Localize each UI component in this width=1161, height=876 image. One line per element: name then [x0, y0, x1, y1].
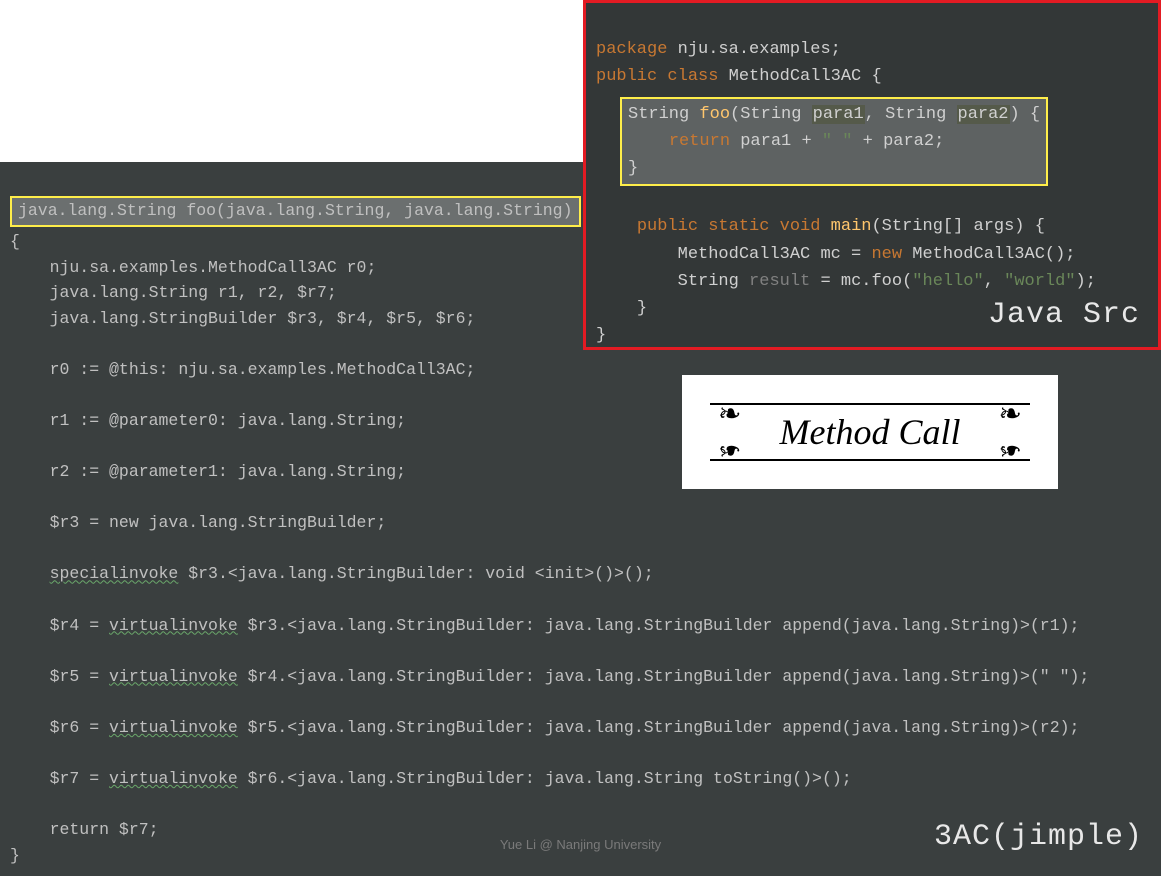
blank-area: [0, 0, 583, 162]
class-name: MethodCall3AC {: [718, 67, 881, 86]
jimple-specialinvoke: specialinvoke: [50, 564, 179, 583]
jimple-r4-post: $r3.<java.lang.StringBuilder: java.lang.…: [238, 616, 1080, 635]
jimple-r0: r0 := @this: nju.sa.examples.MethodCall3…: [10, 360, 475, 379]
jimple-decl1: nju.sa.examples.MethodCall3AC r0;: [10, 258, 376, 277]
jimple-r4-pre: $r4 =: [10, 616, 109, 635]
jimple-r5-post: $r4.<java.lang.StringBuilder: java.lang.…: [238, 667, 1090, 686]
jimple-virtualinvoke: virtualinvoke: [109, 769, 238, 788]
jimple-decl2: java.lang.String r1, r2, $r7;: [10, 283, 337, 302]
keyword-package: package: [596, 40, 667, 59]
foo-return-rest: + para2;: [852, 132, 944, 151]
jimple-virtualinvoke: virtualinvoke: [109, 718, 238, 737]
foo-paren-close: ) {: [1010, 105, 1041, 124]
keyword-class: class: [667, 67, 718, 86]
jimple-r5-pre: $r5 =: [10, 667, 109, 686]
jimple-si-post: $r3.<java.lang.StringBuilder: void <init…: [178, 564, 653, 583]
jimple-r1: r1 := @parameter0: java.lang.String;: [10, 411, 406, 430]
jimple-r7-post: $r6.<java.lang.StringBuilder: java.lang.…: [238, 769, 852, 788]
jimple-r3: $r3 = new java.lang.StringBuilder;: [10, 513, 386, 532]
jimple-r2: r2 := @parameter1: java.lang.String;: [10, 462, 406, 481]
jimple-code-panel: java.lang.String foo(java.lang.String, j…: [0, 162, 1161, 876]
foo-return-type: String: [628, 105, 699, 124]
jimple-decl3: java.lang.StringBuilder $r3, $r4, $r5, $…: [10, 309, 475, 328]
foo-comma: , String: [865, 105, 957, 124]
keyword-return: return: [669, 132, 730, 151]
foo-paren-open: (String: [730, 105, 812, 124]
foo-param1: para1: [812, 105, 865, 124]
footer-credit: Yue Li @ Nanjing University: [0, 837, 1161, 852]
package-name: nju.sa.examples;: [667, 40, 840, 59]
jimple-signature-highlight: java.lang.String foo(java.lang.String, j…: [10, 196, 581, 228]
open-brace: {: [10, 232, 20, 251]
foo-space-literal: " ": [822, 132, 853, 151]
jimple-r6-post: $r5.<java.lang.StringBuilder: java.lang.…: [238, 718, 1080, 737]
foo-return-expr: para1 +: [730, 132, 822, 151]
jimple-r6-pre: $r6 =: [10, 718, 109, 737]
foo-param2: para2: [957, 105, 1010, 124]
jimple-virtualinvoke: virtualinvoke: [109, 616, 238, 635]
jimple-virtualinvoke: virtualinvoke: [109, 667, 238, 686]
jimple-si-pre: [10, 564, 50, 583]
jimple-r7-pre: $r7 =: [10, 769, 109, 788]
keyword-public: public: [596, 67, 657, 86]
foo-method-name: foo: [699, 105, 730, 124]
